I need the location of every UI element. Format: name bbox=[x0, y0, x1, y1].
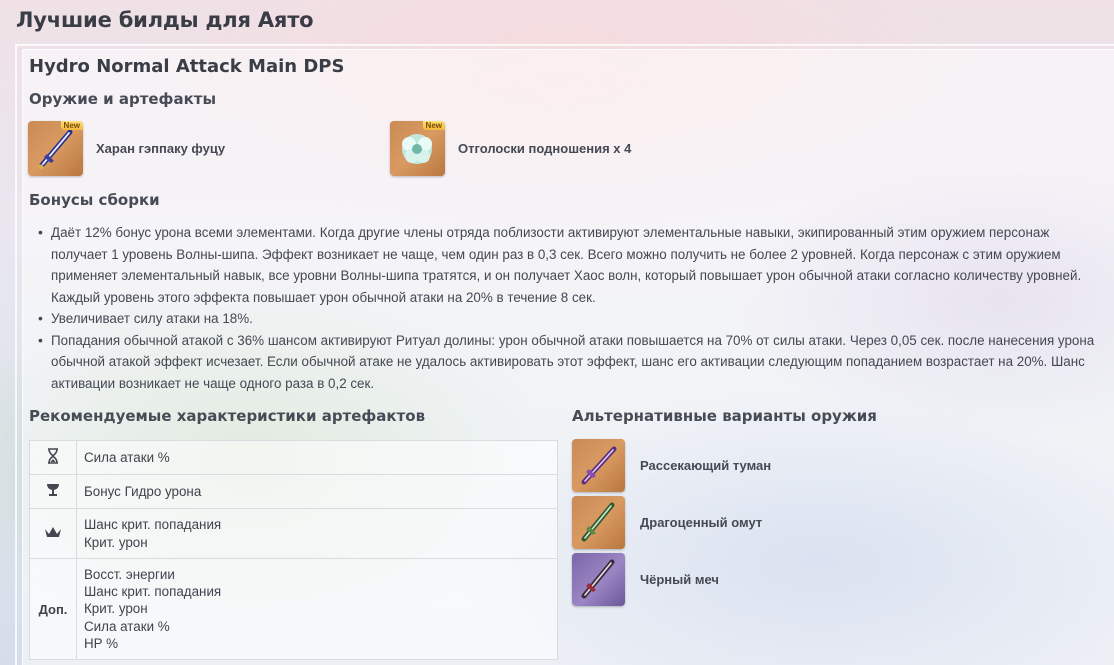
alt-weapon-name[interactable]: Рассекающий туман bbox=[640, 458, 771, 473]
sword-icon[interactable] bbox=[572, 496, 625, 549]
hourglass-icon bbox=[29, 440, 77, 475]
sword-icon[interactable] bbox=[572, 553, 625, 606]
substats-label: Доп. bbox=[29, 557, 77, 661]
new-badge: New bbox=[60, 121, 83, 130]
new-badge: New bbox=[422, 121, 445, 130]
artifact-set[interactable]: New Отголоски подношения x 4 bbox=[390, 121, 631, 176]
bonus-list: Даёт 12% бонус урона всеми элементами. К… bbox=[37, 222, 1097, 394]
circlet-stat: Шанс крит. попадания bbox=[84, 517, 222, 533]
substat: Шанс крит. попадания bbox=[84, 584, 222, 600]
alt-weapon-name[interactable]: Драгоценный омут bbox=[640, 515, 762, 530]
bonus-item: Даёт 12% бонус урона всеми элементами. К… bbox=[37, 222, 1097, 308]
substat: HP % bbox=[84, 635, 118, 651]
artifact-set-name[interactable]: Отголоски подношения x 4 bbox=[458, 141, 631, 156]
bonuses-heading: Бонусы сборки bbox=[29, 191, 160, 209]
stats-table: Сила атаки % Бонус Гидро урона Шанс крит… bbox=[29, 440, 558, 661]
weapons-artifacts-heading: Оружие и артефакты bbox=[29, 90, 217, 108]
table-row: Бонус Гидро урона bbox=[29, 474, 558, 509]
substat: Крит. урон bbox=[84, 601, 148, 617]
table-row: Доп. Восст. энергии Шанс крит. попадания… bbox=[29, 557, 558, 661]
sands-stat: Сила атаки % bbox=[84, 449, 170, 465]
alt-weapon-item[interactable]: Рассекающий туман bbox=[572, 439, 771, 492]
substat: Восст. энергии bbox=[84, 567, 175, 582]
build-title: Hydro Normal Attack Main DPS bbox=[29, 56, 345, 77]
alt-weapon-item[interactable]: Чёрный меч bbox=[572, 553, 719, 606]
stats-heading: Рекомендуемые характеристики артефактов bbox=[29, 407, 426, 425]
build-card: Hydro Normal Attack Main DPS Оружие и ар… bbox=[22, 49, 1114, 665]
main-weapon-name[interactable]: Харан гэппаку фуцу bbox=[96, 141, 225, 156]
sword-icon[interactable] bbox=[572, 439, 625, 492]
flower-icon[interactable]: New bbox=[390, 121, 445, 176]
sword-icon[interactable]: New bbox=[28, 121, 83, 176]
alt-weapon-item[interactable]: Драгоценный омут bbox=[572, 496, 762, 549]
goblet-icon bbox=[29, 474, 77, 509]
alt-weapons-heading: Альтернативные варианты оружия bbox=[572, 407, 877, 425]
circlet-stat: Крит. урон bbox=[84, 534, 148, 550]
goblet-stat: Бонус Гидро урона bbox=[84, 483, 202, 499]
substat: Сила атаки % bbox=[84, 618, 170, 634]
main-weapon[interactable]: New Харан гэппаку фуцу bbox=[28, 121, 225, 176]
table-row: Сила атаки % bbox=[29, 440, 558, 475]
alt-weapon-name[interactable]: Чёрный меч bbox=[640, 572, 719, 587]
crown-icon bbox=[29, 508, 77, 559]
build-frame: Hydro Normal Attack Main DPS Оружие и ар… bbox=[15, 44, 1114, 665]
bonus-item: Попадания обычной атакой с 36% шансом ак… bbox=[37, 330, 1097, 395]
bonus-item: Увеличивает силу атаки на 18%. bbox=[37, 308, 1097, 330]
table-row: Шанс крит. попадания Крит. урон bbox=[29, 508, 558, 559]
page-title: Лучшие билды для Аято bbox=[16, 8, 314, 32]
